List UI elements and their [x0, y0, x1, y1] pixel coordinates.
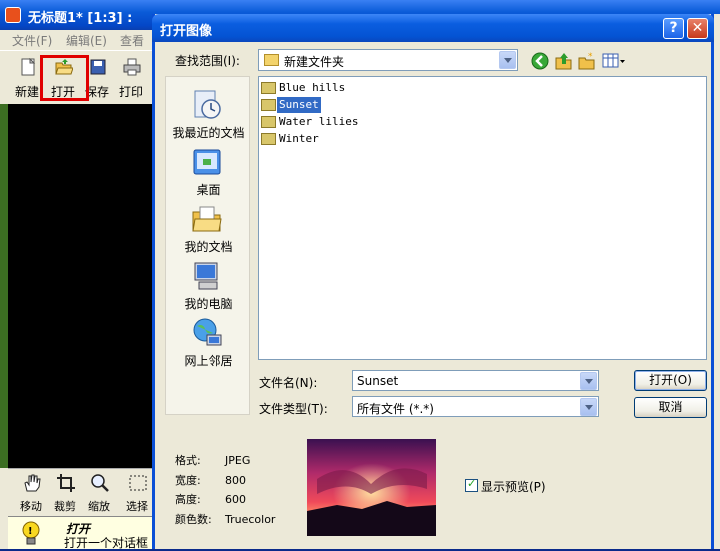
menu-view[interactable]: 查看 — [120, 32, 144, 49]
file-name-value: Sunset — [357, 374, 399, 388]
desktop-edge — [0, 104, 8, 468]
chevron-down-icon[interactable] — [499, 51, 516, 69]
image-preview — [307, 439, 436, 536]
chevron-down-icon[interactable] — [580, 372, 597, 390]
select-icon — [129, 475, 147, 491]
look-in-dropdown[interactable]: 新建文件夹 — [258, 49, 518, 71]
select-label: 选择 — [126, 500, 148, 513]
look-in-label: 查找范围(I): — [175, 54, 240, 68]
new-folder-icon[interactable]: * — [578, 52, 596, 70]
info-colors: 颜色数: Truecolor — [175, 513, 276, 526]
crop-tool[interactable]: 裁剪 — [48, 471, 82, 515]
close-button[interactable]: ✕ — [687, 18, 708, 39]
file-name: Blue hills — [279, 81, 346, 94]
select-tool[interactable]: 选择 — [120, 471, 154, 515]
status-hint: ! 打开 打开一个对话框 — [8, 516, 158, 550]
place-desktop[interactable]: 桌面 — [166, 142, 251, 199]
svg-text:!: ! — [28, 526, 33, 537]
place-my-documents[interactable]: 我的文档 — [166, 199, 251, 256]
file-type-value: 所有文件 (*.*) — [357, 402, 434, 416]
new-button[interactable]: 新建 — [10, 55, 44, 99]
zoom-tool[interactable]: 缩放 — [82, 471, 116, 515]
menu-edit[interactable]: 编辑(E) — [66, 32, 107, 49]
file-type-select[interactable]: 所有文件 (*.*) — [352, 396, 599, 417]
app-title: 无标题1* [1:3] : — [28, 11, 133, 26]
place-network[interactable]: 网上邻居 — [166, 313, 251, 370]
file-name-input[interactable]: Sunset — [352, 370, 599, 391]
recent-documents-icon — [194, 90, 221, 119]
crop-label: 裁剪 — [54, 500, 76, 513]
info-format: 格式: JPEG — [175, 454, 251, 467]
places-bar: 我最近的文档 桌面 我的文档 我的电脑 网上邻居 — [165, 76, 250, 415]
place-my-computer-label: 我的电脑 — [184, 297, 233, 311]
dialog-title: 打开图像 — [160, 24, 213, 39]
print-icon — [123, 58, 141, 76]
zoom-icon — [91, 474, 109, 492]
cancel-button[interactable]: 取消 — [634, 397, 707, 418]
save-icon — [90, 59, 106, 75]
lightbulb-icon: ! — [22, 521, 40, 545]
open-button-highlight — [40, 55, 89, 101]
look-in-value: 新建文件夹 — [284, 55, 345, 69]
jpeg-file-icon — [261, 82, 276, 94]
place-network-label: 网上邻居 — [184, 354, 233, 368]
chevron-down-icon[interactable] — [580, 398, 597, 416]
file-list[interactable]: Blue hills Sunset Water lilies Winter — [258, 76, 707, 360]
new-file-icon — [21, 58, 36, 76]
image-info-panel: 格式:JPEG 宽度:800 高度:600 颜色数:Truecolor — [165, 439, 705, 547]
svg-text:*: * — [588, 52, 593, 62]
dialog-titlebar[interactable]: 打开图像 ? ✕ — [152, 14, 714, 42]
network-places-icon — [193, 318, 222, 346]
tool-palette: 移动 裁剪 缩放 选择 — [8, 468, 156, 516]
move-tool[interactable]: 移动 — [14, 471, 48, 515]
help-button[interactable]: ? — [663, 18, 684, 39]
jpeg-file-icon — [261, 99, 276, 111]
status-description: 打开一个对话框 — [64, 536, 149, 550]
place-my-computer[interactable]: 我的电脑 — [166, 256, 251, 313]
show-preview-label[interactable]: 显示预览(P) — [481, 478, 546, 495]
up-folder-icon[interactable] — [555, 52, 573, 70]
desktop-icon — [193, 149, 221, 175]
file-name: Winter — [279, 132, 319, 145]
file-type-label: 文件类型(T): — [259, 402, 328, 416]
jpeg-file-icon — [261, 133, 276, 145]
place-my-documents-label: 我的文档 — [184, 240, 233, 254]
move-label: 移动 — [20, 500, 42, 513]
print-label: 打印 — [118, 85, 143, 99]
my-computer-icon — [194, 262, 218, 290]
place-recent[interactable]: 我最近的文档 — [166, 85, 251, 142]
hand-icon — [24, 474, 41, 492]
menu-file[interactable]: 文件(F) — [12, 32, 52, 49]
back-icon[interactable] — [531, 52, 549, 70]
place-desktop-label: 桌面 — [196, 183, 221, 197]
info-height: 高度: 600 — [175, 493, 246, 506]
place-recent-label: 我最近的文档 — [172, 126, 245, 140]
file-name: Sunset — [277, 97, 321, 113]
folder-icon — [264, 54, 279, 66]
app-logo-icon — [5, 7, 21, 23]
file-name: Water lilies — [279, 115, 359, 128]
zoom-label: 缩放 — [88, 500, 110, 513]
print-button[interactable]: 打印 — [114, 55, 148, 99]
my-documents-icon — [192, 206, 222, 232]
image-canvas[interactable] — [8, 104, 156, 468]
view-menu-icon[interactable] — [602, 52, 626, 70]
info-width: 宽度: 800 — [175, 474, 246, 487]
crop-icon — [57, 474, 75, 492]
show-preview-checkbox[interactable] — [465, 477, 478, 492]
open-image-dialog: 打开图像 ? ✕ 查找范围(I): 新建文件夹 * 我最近的文档 桌面 我的文档… — [152, 14, 714, 549]
new-label: 新建 — [14, 85, 39, 99]
open-file-button[interactable]: 打开(O) — [634, 370, 707, 391]
jpeg-file-icon — [261, 116, 276, 128]
file-name-label: 文件名(N): — [259, 376, 318, 390]
